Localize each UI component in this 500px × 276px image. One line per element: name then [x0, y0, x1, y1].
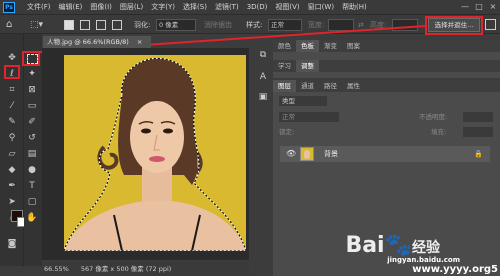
portrait-image: [64, 57, 246, 251]
tab-paths[interactable]: 路径: [319, 80, 342, 92]
blend-mode-select[interactable]: 正常: [279, 112, 339, 122]
history-panel-icon[interactable]: ⧉: [256, 48, 270, 62]
layer-name[interactable]: 背景: [324, 148, 338, 160]
watermark-domain: jingyan.baidu.com: [387, 256, 460, 264]
color-panel-tabs: 颜色 色板 渐变 图案: [273, 40, 365, 52]
tab-layers[interactable]: 图层: [273, 80, 296, 92]
layer-thumbnail-face: [304, 150, 310, 159]
watermark-logo: Bai🐾经验: [345, 233, 440, 258]
tab-swatches[interactable]: 色板: [296, 40, 319, 52]
watermark-site: www.yyyy.org5: [412, 264, 498, 275]
tab-channels[interactable]: 通道: [296, 80, 319, 92]
color-panel: 颜色 色板 渐变 图案: [273, 40, 500, 60]
lock-label: 锁定:: [279, 128, 295, 136]
document-title: 人物.jpg @ 66.6%(RGB/8): [47, 38, 129, 46]
tab-patterns[interactable]: 图案: [342, 40, 365, 52]
photo-canvas[interactable]: [64, 55, 246, 251]
tab-gradients[interactable]: 渐变: [319, 40, 342, 52]
tab-adjustments[interactable]: 调整: [296, 60, 319, 72]
fill-input[interactable]: [463, 127, 493, 137]
tab-learn[interactable]: 学习: [273, 60, 296, 72]
adjustments-panel: 学习 调整: [273, 60, 500, 78]
layer-kind-filter[interactable]: 类型: [279, 96, 327, 106]
tab-color[interactable]: 颜色: [273, 40, 296, 52]
document-size: 567 像素 x 500 像素 (72 ppi): [80, 265, 172, 273]
opacity-label: 不透明度:: [419, 113, 448, 121]
zoom-level[interactable]: 66.55%: [44, 265, 69, 273]
visibility-eye-icon[interactable]: 👁: [286, 150, 296, 158]
document-tab[interactable]: 人物.jpg @ 66.6%(RGB/8) ×: [43, 36, 151, 48]
layer-lock-icon[interactable]: 🔒: [474, 149, 483, 159]
opacity-input[interactable]: [463, 112, 493, 122]
document-close-button[interactable]: ×: [137, 38, 142, 46]
adjustments-panel-tabs: 学习 调整: [273, 60, 319, 72]
tab-properties[interactable]: 属性: [342, 80, 365, 92]
character-panel-icon[interactable]: A: [256, 70, 270, 84]
layers-panel-tabs: 图层 通道 路径 属性: [273, 80, 365, 92]
fill-label: 填充:: [431, 128, 447, 136]
cube-icon[interactable]: ▣: [256, 90, 270, 104]
panel-icon-column: ⧉ A ▣: [256, 38, 270, 138]
status-bar: 66.55% 567 像素 x 500 像素 (72 ppi): [42, 262, 249, 276]
